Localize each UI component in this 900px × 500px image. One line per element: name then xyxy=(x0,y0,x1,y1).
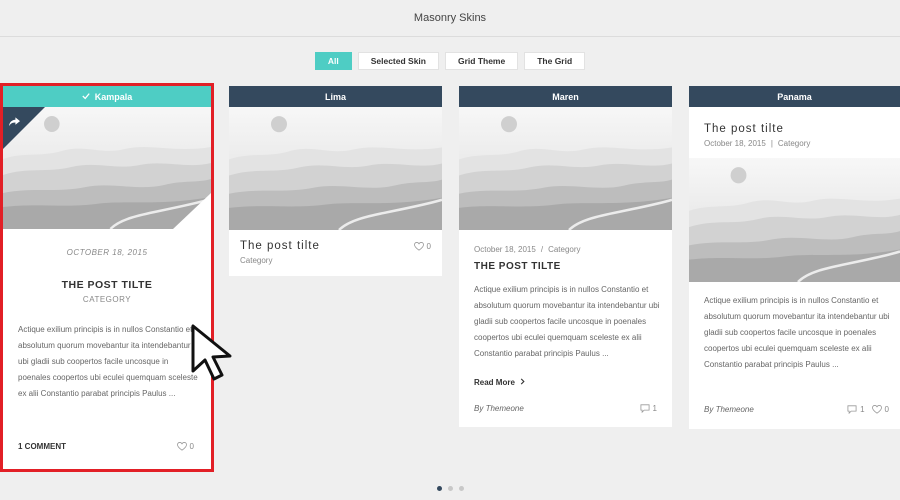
comment-button[interactable]: 1 xyxy=(640,404,657,413)
filter-selected-skin[interactable]: Selected Skin xyxy=(357,52,439,70)
card-image[interactable] xyxy=(459,107,672,230)
mouse-cursor-icon xyxy=(190,323,240,388)
post-meta: October 18, 2015 | Category xyxy=(704,139,810,148)
card-header-label: Lima xyxy=(324,91,346,102)
pagination xyxy=(0,486,900,491)
card-header-label: Maren xyxy=(552,91,579,102)
card-image[interactable] xyxy=(229,107,442,230)
like-button[interactable]: 0 xyxy=(413,242,431,251)
share-icon[interactable] xyxy=(9,114,20,132)
card-header: Lima xyxy=(229,86,442,107)
post-category[interactable]: Category xyxy=(778,139,810,148)
post-date: October 18, 2015 xyxy=(474,245,536,254)
author-prefix: By xyxy=(704,405,714,414)
card-header: Kampala xyxy=(3,86,211,107)
read-more-label: Read More xyxy=(474,378,515,387)
card-lima[interactable]: Lima The post tilte Category 0 xyxy=(229,86,442,276)
comment-count: 1 xyxy=(652,404,657,413)
card-image[interactable] xyxy=(689,158,900,282)
post-title[interactable]: The post tilte xyxy=(240,240,320,252)
post-title[interactable]: The post tilte xyxy=(704,123,784,135)
like-count: 0 xyxy=(426,242,431,251)
check-icon xyxy=(82,92,90,102)
post-category[interactable]: Category xyxy=(240,256,272,265)
comment-count: 1 xyxy=(860,405,865,414)
comment-button[interactable]: 1 xyxy=(847,405,865,414)
filter-the-grid[interactable]: The Grid xyxy=(524,52,586,70)
like-count: 0 xyxy=(884,405,889,414)
post-author: By Themeone xyxy=(474,404,524,413)
card-header-label: Panama xyxy=(777,91,812,102)
post-category[interactable]: CATEGORY xyxy=(3,295,211,304)
post-meta: October 18, 2015 / Category xyxy=(474,245,581,254)
post-author: By Themeone xyxy=(704,405,754,414)
card-header: Panama xyxy=(689,86,900,107)
comment-count-link[interactable]: 1 COMMENT xyxy=(18,442,66,451)
heart-icon xyxy=(176,442,187,451)
like-button[interactable]: 0 xyxy=(871,405,889,414)
card-header-label: Kampala xyxy=(94,91,133,102)
author-name[interactable]: Themeone xyxy=(716,405,754,414)
author-name[interactable]: Themeone xyxy=(486,404,524,413)
meta-separator: | xyxy=(770,139,773,148)
chevron-right-icon xyxy=(520,378,525,387)
pagination-dot-2[interactable] xyxy=(447,486,453,491)
comment-icon xyxy=(847,405,857,414)
top-bar: Masonry Skins xyxy=(0,0,900,37)
filter-bar: All Selected Skin Grid Theme The Grid xyxy=(0,52,900,70)
post-title[interactable]: THE POST TILTE xyxy=(474,261,561,272)
heart-icon xyxy=(871,405,882,414)
pagination-dot-1[interactable] xyxy=(436,486,442,491)
filter-grid-theme[interactable]: Grid Theme xyxy=(444,52,519,70)
comment-icon xyxy=(640,404,650,413)
heart-icon xyxy=(413,242,424,251)
post-category[interactable]: Category xyxy=(548,245,580,254)
post-date: October 18, 2015 xyxy=(704,139,766,148)
meta-separator: / xyxy=(540,245,544,254)
pagination-dot-3[interactable] xyxy=(458,486,464,491)
post-date: OCTOBER 18, 2015 xyxy=(66,248,148,257)
card-panama[interactable]: Panama The post tilte October 18, 2015 | C… xyxy=(689,86,900,429)
card-maren[interactable]: Maren October 18, 2015 / Category THE POST… xyxy=(459,86,672,427)
like-button[interactable]: 0 xyxy=(176,442,194,451)
author-prefix: By xyxy=(474,404,484,413)
read-more-link[interactable]: Read More xyxy=(474,378,525,387)
post-title[interactable]: THE POST TILTE xyxy=(3,279,211,291)
card-kampala[interactable]: Kampala OCTOBER 18, 2015 THE POST TILTE … xyxy=(3,86,211,469)
like-count: 0 xyxy=(189,442,194,451)
post-excerpt: Actique exilium principis is in nullos C… xyxy=(474,285,660,358)
page-title: Masonry Skins xyxy=(413,12,487,24)
post-excerpt: Actique exilium principis is in nullos C… xyxy=(18,325,198,398)
card-header: Maren xyxy=(459,86,672,107)
filter-all[interactable]: All xyxy=(314,52,352,70)
post-excerpt: Actique exilium principis is in nullos C… xyxy=(704,296,890,369)
card-image[interactable] xyxy=(3,107,211,229)
